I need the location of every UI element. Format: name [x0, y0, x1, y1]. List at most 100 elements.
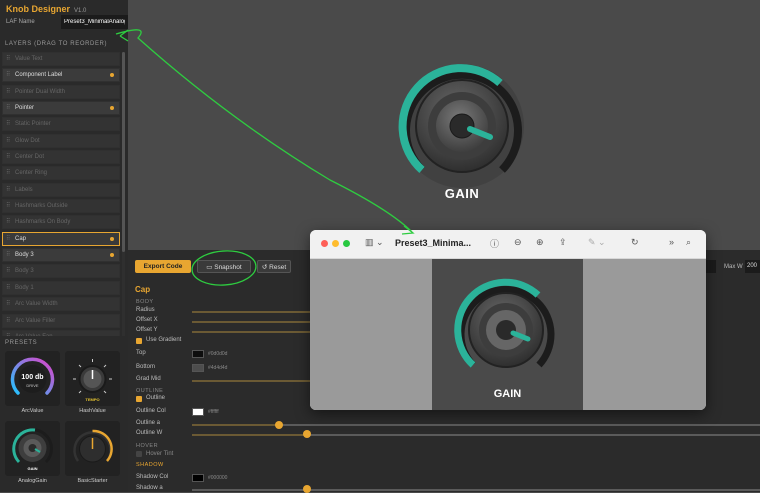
close-button[interactable]: [321, 240, 328, 247]
more-icon[interactable]: »: [669, 237, 674, 247]
layer-label: Component Label: [15, 72, 63, 79]
top-label: Top: [136, 350, 146, 356]
preset-arcvalue[interactable]: 100 db DRIVE: [5, 351, 60, 406]
layer-enabled-dot[interactable]: [110, 106, 114, 111]
drag-handle-icon[interactable]: ⠿: [6, 167, 10, 179]
preview-window: ▥ ⌄ Preset3_Minima... ⓘ ⊖ ⊕ ⇪ ✎ ⌄ ↻ » ⌕ …: [310, 230, 706, 410]
layer-item[interactable]: ⠿ Glow Dot: [2, 133, 120, 148]
layer-item[interactable]: ⠿ Arc Value Filler: [2, 313, 120, 328]
snapshot-knob-label: GAIN: [493, 388, 522, 400]
layer-enabled-dot[interactable]: [110, 236, 114, 241]
layer-item[interactable]: ⠿ Labels: [2, 182, 120, 197]
preview-window-titlebar: ▥ ⌄ Preset3_Minima... ⓘ ⊖ ⊕ ⇪ ✎ ⌄ ↻ » ⌕: [310, 230, 706, 259]
outline-w-thumb[interactable]: [303, 430, 311, 438]
layers-list: ⠿ Value Text ⠿ Component Label ⠿ Pointer Dual…: [2, 52, 120, 336]
preview-knob[interactable]: [128, 0, 760, 250]
layer-item[interactable]: ⠿ Pointer Dual Width: [2, 84, 120, 99]
sidebar-toggle-icon[interactable]: ▥ ⌄: [365, 237, 384, 248]
outline-heading: OUTLINE: [136, 388, 164, 394]
outline-w-fill: [192, 434, 308, 436]
scroll-thumb[interactable]: [122, 52, 125, 252]
markup-icon[interactable]: ✎ ⌄: [588, 237, 606, 248]
drag-handle-icon[interactable]: ⠿: [6, 233, 10, 245]
drag-handle-icon[interactable]: ⠿: [6, 298, 10, 310]
layer-label: Hashmarks On Body: [15, 219, 71, 226]
use-gradient-checkbox[interactable]: [136, 338, 142, 344]
layer-enabled-dot[interactable]: [110, 253, 114, 258]
drag-handle-icon[interactable]: ⠿: [6, 331, 10, 336]
drag-handle-icon[interactable]: ⠿: [6, 118, 10, 130]
info-icon[interactable]: ⓘ: [490, 237, 499, 250]
layer-item[interactable]: ⠿ Hashmarks Outside: [2, 199, 120, 214]
bottom-hex[interactable]: #4d4d4d: [208, 365, 227, 371]
minimize-button[interactable]: [332, 240, 339, 247]
layer-item[interactable]: ⠿ Center Dot: [2, 150, 120, 165]
layer-item[interactable]: ⠿ Hashmarks On Body: [2, 215, 120, 230]
layers-scrollbar[interactable]: [122, 52, 125, 336]
offset-y-slider[interactable]: [192, 331, 312, 333]
layer-item[interactable]: ⠿ Arc Value Fan: [2, 329, 120, 336]
layer-item[interactable]: ⠿ Component Label: [2, 68, 120, 83]
layer-item[interactable]: ⠿ Body 3: [2, 248, 120, 263]
laf-name-input[interactable]: [61, 15, 128, 29]
offset-x-slider[interactable]: [192, 321, 312, 323]
drag-handle-icon[interactable]: ⠿: [6, 86, 10, 98]
layer-enabled-dot[interactable]: [110, 73, 114, 78]
zoom-out-icon[interactable]: ⊖: [514, 237, 522, 248]
top-hex[interactable]: #0d0d0d: [208, 351, 227, 357]
analoggain-sub: GAIN: [27, 466, 38, 471]
drag-handle-icon[interactable]: ⠿: [6, 282, 10, 294]
laf-name-label: LAF Name: [6, 19, 35, 25]
hashvalue-sub: TEMPO: [85, 397, 100, 402]
outline-a-thumb[interactable]: [275, 421, 283, 429]
body-heading: BODY: [136, 299, 154, 305]
preset-analoggain[interactable]: GAIN: [5, 421, 60, 476]
preview-canvas: GAIN: [128, 0, 760, 250]
preview-window-body: GAIN: [310, 259, 706, 410]
layer-item[interactable]: ⠿ Body 1: [2, 280, 120, 295]
drag-handle-icon[interactable]: ⠿: [6, 249, 10, 261]
layer-item[interactable]: ⠿ Value Text: [2, 52, 120, 66]
preset-label-analoggain: AnalogGain: [18, 478, 47, 484]
radius-slider[interactable]: [192, 311, 312, 313]
shadow-heading: SHADOW: [136, 462, 164, 468]
drag-handle-icon[interactable]: ⠿: [6, 216, 10, 228]
search-icon[interactable]: ⌕: [686, 237, 691, 248]
outline-color-swatch[interactable]: [192, 408, 204, 416]
layer-item[interactable]: ⠿ Static Pointer: [2, 117, 120, 132]
layer-item[interactable]: ⠿ Center Ring: [2, 166, 120, 181]
outline-col-hex[interactable]: #ffffff: [208, 409, 219, 415]
drag-handle-icon[interactable]: ⠿: [6, 151, 10, 163]
drag-handle-icon[interactable]: ⠿: [6, 135, 10, 147]
shadow-a-slider[interactable]: [192, 489, 760, 491]
drag-handle-icon[interactable]: ⠿: [6, 102, 10, 114]
preset-basicstarter[interactable]: [65, 421, 120, 476]
layer-item[interactable]: ⠿ Pointer: [2, 101, 120, 116]
drag-handle-icon[interactable]: ⠿: [6, 200, 10, 212]
snapshot-button[interactable]: ▭ Snapshot: [197, 260, 251, 273]
drag-handle-icon[interactable]: ⠿: [6, 265, 10, 277]
hover-tint-checkbox[interactable]: [136, 451, 142, 457]
bottom-color-swatch[interactable]: [192, 364, 204, 372]
drag-handle-icon[interactable]: ⠿: [6, 315, 10, 327]
grad-mid-slider[interactable]: [192, 380, 312, 382]
share-icon[interactable]: ⇪: [559, 237, 567, 248]
outline-checkbox[interactable]: [136, 396, 142, 402]
shadow-color-swatch[interactable]: [192, 474, 204, 482]
zoom-in-icon[interactable]: ⊕: [536, 237, 544, 248]
max-w-input[interactable]: 200: [745, 260, 760, 273]
drag-handle-icon[interactable]: ⠿: [6, 69, 10, 81]
hover-heading: HOVER: [136, 443, 159, 449]
preset-hashvalue[interactable]: TEMPO: [65, 351, 120, 406]
layer-item[interactable]: ⠿ Cap: [2, 231, 120, 246]
layer-item[interactable]: ⠿ Body 3: [2, 264, 120, 279]
drag-handle-icon[interactable]: ⠿: [6, 184, 10, 196]
shadow-col-hex[interactable]: #000000: [208, 475, 227, 481]
export-code-button[interactable]: Export Code: [135, 260, 191, 273]
top-color-swatch[interactable]: [192, 350, 204, 358]
rotate-icon[interactable]: ↻: [631, 237, 639, 248]
drag-handle-icon[interactable]: ⠿: [6, 53, 10, 65]
reset-button[interactable]: ↺ Reset: [257, 260, 291, 273]
layer-item[interactable]: ⠿ Arc Value Width: [2, 297, 120, 312]
zoom-button[interactable]: [343, 240, 350, 247]
